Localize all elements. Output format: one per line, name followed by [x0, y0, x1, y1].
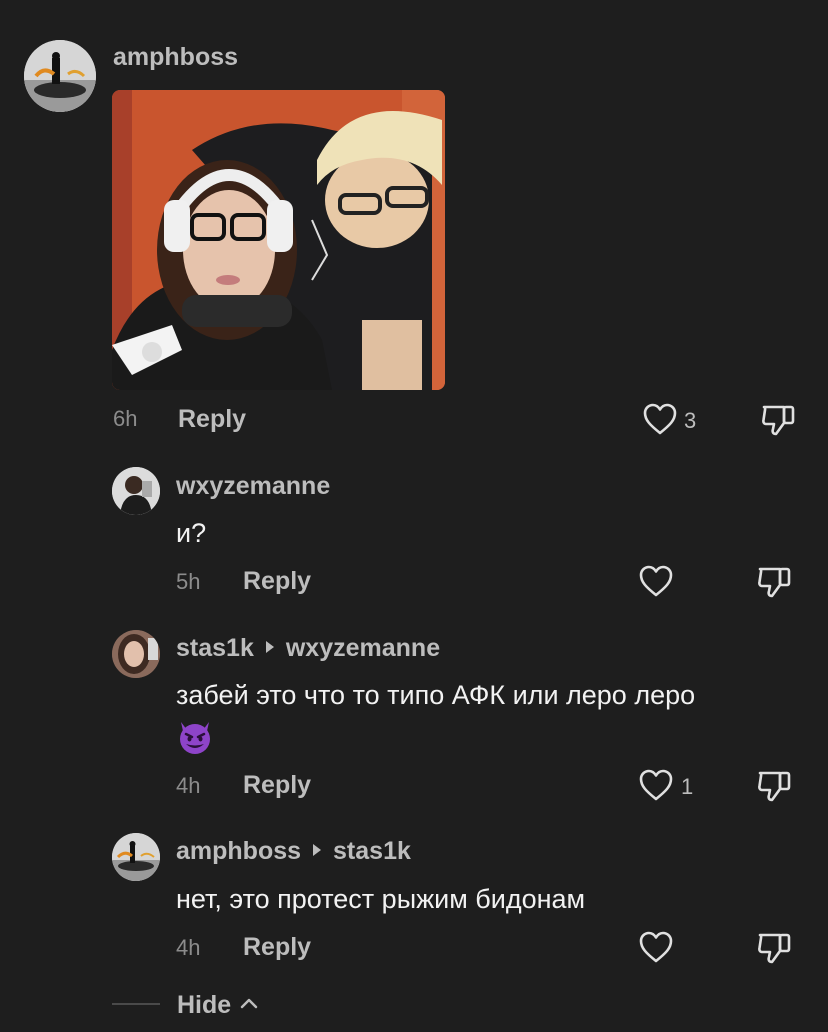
heart-icon: [643, 403, 677, 435]
comment-author-line: stas1k wxyzemanne: [176, 634, 440, 663]
like-count: 3: [684, 408, 697, 433]
reply-button[interactable]: Reply: [243, 771, 311, 800]
avatar[interactable]: [112, 467, 160, 515]
dislike-button[interactable]: [760, 402, 798, 438]
thumbs-down-icon: [762, 405, 795, 436]
divider: [112, 1003, 160, 1005]
person-avatar-icon: [112, 467, 160, 515]
thumbs-down-icon: [758, 567, 791, 598]
dislike-button[interactable]: [756, 564, 794, 600]
person-avatar-icon: [112, 630, 160, 678]
chevron-up-icon: [240, 999, 258, 1009]
avatar[interactable]: [112, 630, 160, 678]
dislike-button[interactable]: [756, 768, 794, 804]
comment-time: 4h: [176, 773, 201, 798]
reply-to-user[interactable]: wxyzemanne: [286, 634, 440, 662]
reply-button[interactable]: Reply: [243, 933, 311, 962]
like-button[interactable]: [642, 402, 678, 436]
avatar[interactable]: [24, 40, 96, 112]
thumbs-down-icon: [758, 771, 791, 802]
hide-replies-button[interactable]: Hide: [177, 991, 258, 1020]
heart-icon: [639, 931, 673, 963]
comment-author[interactable]: wxyzemanne: [176, 472, 330, 501]
thumbs-down-icon: [758, 933, 791, 964]
comment-photo-attachment[interactable]: [112, 90, 445, 390]
reply-to-user[interactable]: stas1k: [333, 837, 411, 865]
reply-button[interactable]: Reply: [178, 405, 246, 434]
dislike-button[interactable]: [756, 930, 794, 966]
devil-emoji: 😈: [176, 718, 214, 756]
reply-arrow-icon: [313, 844, 322, 857]
like-button[interactable]: [638, 564, 674, 598]
reply-button[interactable]: Reply: [243, 567, 311, 596]
comment-author[interactable]: amphboss: [113, 43, 238, 72]
comment-text: и?: [176, 518, 207, 548]
comment-text: нет, это протест рыжим бидонам: [176, 884, 586, 914]
avatar[interactable]: [112, 833, 160, 881]
hide-label: Hide: [177, 991, 232, 1019]
heart-icon: [639, 565, 673, 597]
comment-author-line: amphboss stas1k: [176, 837, 411, 866]
smiling-devil-icon: [180, 722, 210, 754]
heart-icon: [639, 769, 673, 801]
photo-attachment-icon: [112, 90, 445, 390]
like-button[interactable]: [638, 768, 674, 802]
reply-arrow-icon: [265, 641, 274, 654]
car-avatar-icon: [24, 40, 96, 112]
like-button[interactable]: [638, 930, 674, 964]
comment-author[interactable]: amphboss: [176, 837, 301, 865]
comment-author[interactable]: stas1k: [176, 634, 254, 662]
car-avatar-icon: [112, 833, 160, 881]
comment-time: 4h: [176, 935, 201, 960]
comment-time: 5h: [176, 569, 201, 594]
comment-time: 6h: [113, 406, 138, 431]
comment-text: забей это что то типо АФК или леро леро: [176, 680, 696, 710]
like-count: 1: [681, 774, 694, 799]
